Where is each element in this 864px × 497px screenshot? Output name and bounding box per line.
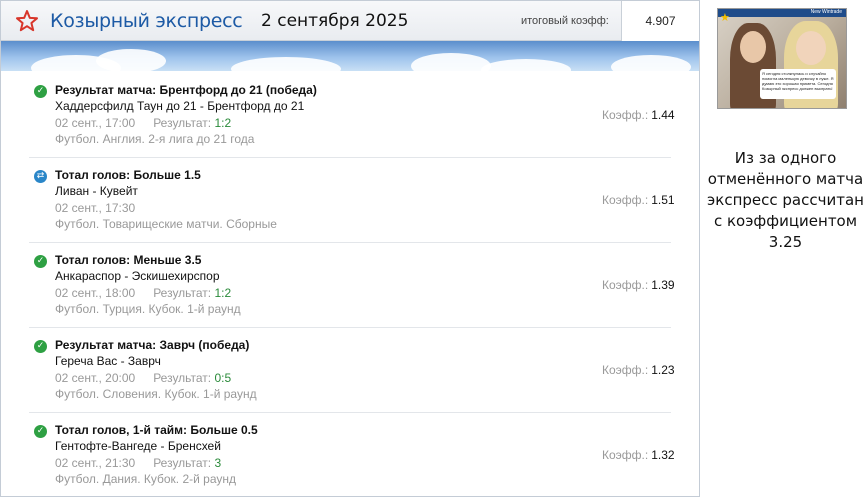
result-label: Результат: bbox=[153, 456, 212, 470]
express-date: 2 сентября 2025 bbox=[261, 11, 409, 31]
match-meta: 02 сент., 20:00 Результат: 0:5 bbox=[55, 371, 231, 385]
match-time: 02 сент., 17:30 bbox=[55, 201, 136, 215]
bet-row: ✓ Тотал голов, 1-й тайм: Больше 0.5 Гент… bbox=[29, 413, 675, 496]
return-icon: ⇄ bbox=[34, 170, 47, 183]
coef-label: Коэфф.: bbox=[602, 108, 649, 122]
bet-title: Тотал голов: Больше 1.5 bbox=[55, 168, 201, 182]
total-coef-label: итоговый коэфф: bbox=[521, 15, 609, 27]
brand-title: Козырный экспресс bbox=[50, 10, 243, 32]
bet-coef: Коэфф.: 1.44 bbox=[602, 108, 675, 122]
coef-label: Коэфф.: bbox=[602, 448, 649, 462]
match-meta: 02 сент., 21:30 Результат: 3 bbox=[55, 456, 221, 470]
result-label: Результат: bbox=[153, 116, 212, 130]
coef-label: Коэфф.: bbox=[602, 193, 649, 207]
coef-label: Коэфф.: bbox=[602, 363, 649, 377]
match-teams: Гереча Вас - Заврч bbox=[55, 354, 161, 368]
match-time: 02 сент., 20:00 bbox=[55, 371, 136, 385]
bet-row: ✓ Результат матча: Брентфорд до 21 (побе… bbox=[29, 73, 675, 158]
league-name: Футбол. Словения. Кубок. 1-й раунд bbox=[55, 387, 257, 401]
match-score: 0:5 bbox=[214, 371, 232, 385]
bet-row: ✓ Результат матча: Заврч (победа) Гереча… bbox=[29, 328, 675, 413]
match-teams: Ливан - Кувейт bbox=[55, 184, 138, 198]
match-teams: Хаддерсфилд Таун до 21 - Брентфорд до 21 bbox=[55, 99, 305, 113]
check-icon: ✓ bbox=[34, 425, 47, 438]
express-card: Козырный экспресс 2 сентября 2025 итогов… bbox=[0, 0, 700, 497]
match-time: 02 сент., 17:00 bbox=[55, 116, 136, 130]
coef-label: Коэфф.: bbox=[602, 278, 649, 292]
coef-value: 1.39 bbox=[651, 278, 675, 292]
coef-value: 1.23 bbox=[651, 363, 675, 377]
league-name: Футбол. Англия. 2-я лига до 21 года bbox=[55, 132, 255, 146]
league-name: Футбол. Турция. Кубок. 1-й раунд bbox=[55, 302, 241, 316]
bet-coef: Коэфф.: 1.51 bbox=[602, 193, 675, 207]
coef-value: 1.32 bbox=[651, 448, 675, 462]
cancel-note: Из за одного отменённого матча экспресс … bbox=[707, 149, 864, 251]
sky-banner bbox=[1, 41, 699, 71]
league-name: Футбол. Дания. Кубок. 2-й раунд bbox=[55, 472, 237, 486]
check-icon: ✓ bbox=[34, 255, 47, 268]
match-meta: 02 сент., 17:00 Результат: 1:2 bbox=[55, 116, 231, 130]
match-teams: Анкараспор - Эскишехирспор bbox=[55, 269, 220, 283]
check-icon: ✓ bbox=[34, 85, 47, 98]
coef-value: 1.51 bbox=[651, 193, 675, 207]
bet-title: Результат матча: Брентфорд до 21 (победа… bbox=[55, 83, 317, 97]
match-meta: 02 сент., 17:30 bbox=[55, 201, 135, 215]
bet-title: Результат матча: Заврч (победа) bbox=[55, 338, 250, 352]
coef-value: 1.44 bbox=[651, 108, 675, 122]
star-logo-icon bbox=[16, 10, 38, 32]
promo-image-caption: Я сегодня столкнулась и случайно помогла… bbox=[760, 69, 836, 99]
bet-title: Тотал голов, 1-й тайм: Больше 0.5 bbox=[55, 423, 258, 437]
express-header: Козырный экспресс 2 сентября 2025 итогов… bbox=[1, 1, 699, 41]
check-icon: ✓ bbox=[34, 340, 47, 353]
result-label: Результат: bbox=[153, 286, 212, 300]
bet-title: Тотал голов: Меньше 3.5 bbox=[55, 253, 202, 267]
bet-coef: Коэфф.: 1.32 bbox=[602, 448, 675, 462]
bet-coef: Коэфф.: 1.23 bbox=[602, 363, 675, 377]
match-teams: Гентофте-Вангеде - Бренсхей bbox=[55, 439, 221, 453]
bet-list: ✓ Результат матча: Брентфорд до 21 (побе… bbox=[1, 73, 699, 496]
match-score: 1:2 bbox=[214, 286, 232, 300]
match-score: 3 bbox=[214, 456, 222, 470]
result-label: Результат: bbox=[153, 371, 212, 385]
match-time: 02 сент., 18:00 bbox=[55, 286, 136, 300]
bet-coef: Коэфф.: 1.39 bbox=[602, 278, 675, 292]
promo-image-tag: New Wintrade bbox=[810, 9, 842, 15]
match-score: 1:2 bbox=[214, 116, 232, 130]
star-icon: ★ bbox=[720, 12, 730, 24]
promo-image: New Wintrade Я сегодня столкнулась и слу… bbox=[717, 8, 847, 109]
bet-row: ✓ Тотал голов: Меньше 3.5 Анкараспор - Э… bbox=[29, 243, 675, 328]
match-meta: 02 сент., 18:00 Результат: 1:2 bbox=[55, 286, 231, 300]
match-time: 02 сент., 21:30 bbox=[55, 456, 136, 470]
total-coef-value: 4.907 bbox=[621, 1, 699, 41]
league-name: Футбол. Товарищеские матчи. Сборные bbox=[55, 217, 277, 231]
bet-row: ⇄ Тотал голов: Больше 1.5 Ливан - Кувейт… bbox=[29, 158, 675, 243]
